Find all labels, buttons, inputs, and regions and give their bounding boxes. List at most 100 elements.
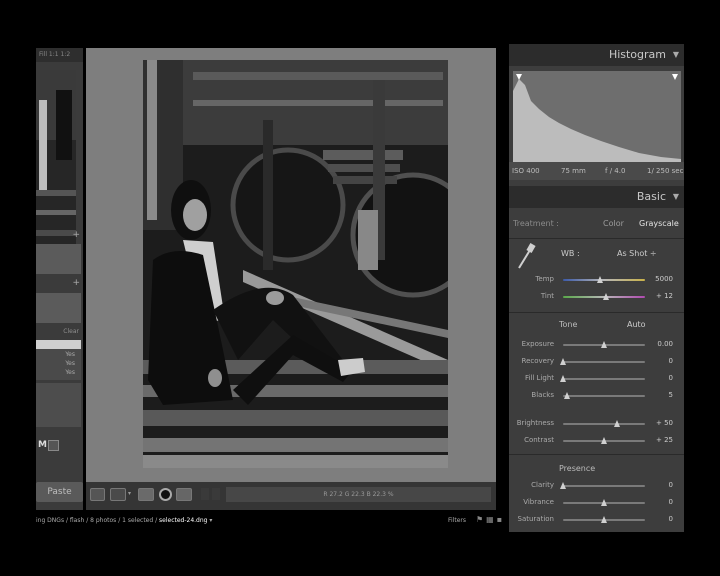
slider-fill-light[interactable] — [560, 375, 645, 382]
slider-label-clarity: Clarity — [531, 481, 554, 489]
basic-header[interactable]: Basic ▼ — [509, 186, 684, 208]
slider-label-blacks: Blacks — [531, 391, 554, 399]
list-item[interactable]: Yes — [36, 368, 81, 377]
before-after-dropdown-icon[interactable]: ▾ — [128, 490, 131, 497]
auto-tone-button[interactable]: Auto — [627, 320, 646, 329]
filter-icons[interactable]: ⚑▦▪ — [476, 515, 505, 524]
focal-length-value: 75 mm — [561, 167, 586, 175]
slider-label-brightness: Brightness — [516, 419, 554, 427]
slider-thumb[interactable] — [603, 293, 610, 300]
slider-saturation[interactable] — [563, 516, 645, 523]
clear-history-button[interactable]: Clear — [36, 328, 83, 335]
slider-value-brightness[interactable]: + 50 — [655, 419, 673, 427]
slider-thumb[interactable] — [601, 516, 607, 523]
slider-label-fill-light: Fill Light — [524, 374, 554, 382]
wb-dropdown-icon[interactable]: ÷ — [650, 249, 657, 258]
slider-tint[interactable] — [563, 293, 645, 300]
treatment-label: Treatment : — [513, 219, 559, 228]
wb-dropdown[interactable]: As Shot ÷ — [617, 249, 657, 258]
add-snapshot-icon[interactable]: + — [72, 278, 80, 288]
slider-value-temp[interactable]: 5000 — [655, 275, 673, 283]
slider-value-exposure[interactable]: 0.00 — [655, 340, 673, 348]
collections-list: Yes Yes Yes — [36, 340, 81, 380]
slider-contrast[interactable] — [563, 437, 645, 444]
history-panel — [36, 293, 81, 323]
crop-tool-button[interactable] — [176, 488, 192, 501]
toolbar-disabled-icon — [212, 488, 220, 500]
collapse-triangle-icon[interactable]: ▼ — [673, 44, 679, 66]
slider-thumb[interactable] — [560, 375, 566, 382]
slider-label-recovery: Recovery — [521, 357, 554, 365]
filter-grid-icon[interactable]: ▦ — [486, 515, 497, 524]
slider-temp[interactable] — [563, 276, 645, 283]
bottom-toolbar: ▾ R 27.2 G 22.3 B 22.3 % — [86, 482, 496, 510]
histogram-display — [513, 71, 681, 163]
collapse-triangle-icon[interactable]: ▼ — [673, 186, 679, 208]
slider-value-fill-light[interactable]: 0 — [655, 374, 673, 382]
tone-label: Tone — [559, 320, 578, 329]
histogram-header[interactable]: Histogram ▼ — [509, 44, 684, 66]
slider-value-recovery[interactable]: 0 — [655, 357, 673, 365]
left-lower-panel — [36, 383, 81, 427]
before-after-button[interactable] — [110, 488, 126, 501]
treatment-grayscale-button[interactable]: Grayscale — [639, 214, 679, 234]
exif-info-bar: ISO 400 75 mm f / 4.0 1/ 250 sec — [509, 162, 684, 180]
wb-value: As Shot — [617, 249, 648, 258]
add-preset-icon[interactable]: + — [72, 230, 80, 240]
list-item[interactable]: Yes — [36, 359, 81, 368]
basic-title: Basic — [636, 190, 666, 203]
filters-label: Filters — [448, 517, 466, 524]
histogram-graph — [513, 71, 681, 163]
slider-clarity[interactable] — [560, 482, 645, 489]
path-text: ing DNGs / flash / 8 photos / 1 selected… — [36, 517, 160, 524]
module-m-label[interactable]: M — [38, 440, 47, 450]
slider-value-tint[interactable]: + 12 — [655, 292, 673, 300]
red-eye-tool-icon[interactable] — [159, 488, 172, 501]
list-item[interactable] — [36, 340, 81, 349]
slider-brightness[interactable] — [563, 420, 645, 427]
filmstrip-path[interactable]: ing DNGs / flash / 8 photos / 1 selected… — [36, 517, 212, 524]
wb-label: WB : — [561, 249, 580, 258]
slider-thumb[interactable] — [560, 482, 566, 489]
filter-square-icon[interactable]: ▪ — [497, 515, 505, 524]
image-canvas[interactable] — [86, 48, 496, 482]
slider-label-saturation: Saturation — [517, 515, 555, 523]
shutter-value: 1/ 250 sec — [647, 167, 684, 175]
slider-thumb[interactable] — [601, 499, 607, 506]
slider-thumb[interactable] — [596, 276, 603, 283]
slider-value-vibrance[interactable]: 0 — [655, 498, 673, 506]
paste-button[interactable]: Paste — [36, 482, 83, 502]
list-item[interactable]: Yes — [36, 350, 81, 359]
navigator-zoom-bar[interactable]: Fill 1:1 1:2 — [36, 48, 83, 62]
slider-recovery[interactable] — [560, 358, 645, 365]
histogram-title: Histogram — [608, 48, 666, 61]
slider-label-temp: Temp — [535, 275, 554, 283]
photo-preview[interactable] — [143, 60, 448, 468]
navigator-thumbnail[interactable] — [36, 70, 76, 266]
slider-vibrance[interactable] — [563, 499, 645, 506]
slider-value-saturation[interactable]: 0 — [655, 515, 673, 523]
presence-label: Presence — [559, 464, 596, 473]
toolbar-disabled-icon — [201, 488, 209, 500]
slider-thumb[interactable] — [601, 341, 607, 348]
slider-exposure[interactable] — [563, 341, 645, 348]
slider-value-blacks[interactable]: 5 — [655, 391, 673, 399]
slider-label-exposure: Exposure — [521, 340, 554, 348]
slider-thumb[interactable] — [614, 420, 621, 427]
slider-thumb[interactable] — [564, 392, 571, 399]
filter-flag-icon[interactable]: ⚑ — [476, 515, 486, 524]
iso-value: ISO 400 — [512, 167, 540, 175]
slider-value-clarity[interactable]: 0 — [655, 481, 673, 489]
slider-value-contrast[interactable]: + 25 — [655, 436, 673, 444]
path-dropdown-icon[interactable]: ▾ — [209, 517, 212, 524]
slider-thumb[interactable] — [601, 437, 607, 444]
eyedropper-icon[interactable] — [515, 242, 537, 272]
slider-label-contrast: Contrast — [524, 436, 554, 444]
right-panel: Histogram ▼ ISO 400 75 mm f / 4.0 1/ 250… — [509, 44, 684, 532]
slider-blacks[interactable] — [563, 392, 645, 399]
copy-settings-icon[interactable] — [48, 440, 59, 451]
slider-thumb[interactable] — [560, 358, 566, 365]
loupe-view-button[interactable] — [90, 488, 105, 501]
treatment-color-button[interactable]: Color — [603, 214, 624, 234]
grid-overlay-button[interactable] — [138, 488, 154, 501]
